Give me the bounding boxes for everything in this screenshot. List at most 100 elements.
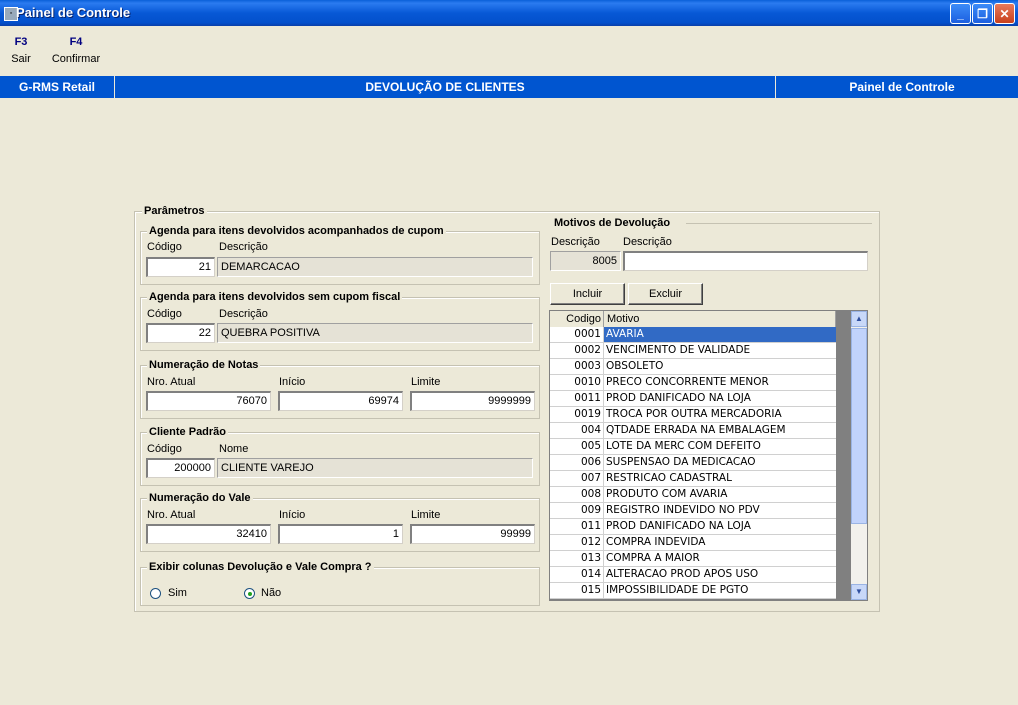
excluir-button[interactable]: Excluir xyxy=(628,283,703,305)
f3-key-label: F3 xyxy=(14,36,28,48)
vale-inicio-label: Início xyxy=(279,509,306,521)
table-row[interactable]: 0001 AVARIA xyxy=(550,327,836,343)
minimize-button[interactable]: _ xyxy=(950,3,971,24)
header-bar: G-RMS Retail DEVOLUÇÃO DE CLIENTES Paine… xyxy=(0,76,1018,98)
agenda-cupom-codigo-label: Código xyxy=(147,241,182,253)
radio-nao-circle[interactable] xyxy=(244,588,255,599)
cliente-nome-label: Nome xyxy=(219,443,249,455)
window-title: Painel de Controle xyxy=(16,5,131,20)
table-row[interactable]: 015 IMPOSSIBILIDADE DE PGTO xyxy=(550,583,836,599)
exibir-colunas-title: Exibir colunas Devolução e Vale Compra ? xyxy=(147,561,374,573)
agenda-sem-cupom-codigo-label: Código xyxy=(147,308,182,320)
cell-codigo: 005 xyxy=(550,439,604,455)
incluir-button[interactable]: Incluir xyxy=(550,283,625,305)
motivos-codigo-label: Descrição xyxy=(551,236,600,248)
cell-motivo: TROCA POR OUTRA MERCADORIA xyxy=(604,407,836,423)
cell-codigo: 009 xyxy=(550,503,604,519)
cell-codigo: 013 xyxy=(550,551,604,567)
cell-codigo: 0002 xyxy=(550,343,604,359)
cliente-codigo-input[interactable]: 200000 xyxy=(146,458,215,478)
vale-atual-label: Nro. Atual xyxy=(147,509,196,521)
cell-motivo: PRECO CONCORRENTE MENOR xyxy=(604,375,836,391)
cell-motivo: VENCIMENTO DE VALIDADE xyxy=(604,343,836,359)
radio-nao[interactable]: Não xyxy=(244,587,294,601)
grid-header-motivo[interactable]: Motivo xyxy=(604,311,836,327)
cell-codigo: 0019 xyxy=(550,407,604,423)
notas-inicio-input[interactable]: 69974 xyxy=(278,391,403,411)
cell-codigo: 008 xyxy=(550,487,604,503)
agenda-sem-cupom-title: Agenda para itens devolvidos sem cupom f… xyxy=(147,291,403,303)
radio-sim[interactable]: Sim xyxy=(150,587,200,601)
cliente-nome-field: CLIENTE VAREJO xyxy=(217,458,533,478)
cell-motivo: COMPRA INDEVIDA xyxy=(604,535,836,551)
table-row[interactable]: 011 PROD DANIFICADO NA LOJA xyxy=(550,519,836,535)
numeracao-vale-title: Numeração do Vale xyxy=(147,492,253,504)
cell-motivo: PROD DANIFICADO NA LOJA xyxy=(604,519,836,535)
table-row[interactable]: 006 SUSPENSAO DA MEDICACAO xyxy=(550,455,836,471)
table-row[interactable]: 0002 VENCIMENTO DE VALIDADE xyxy=(550,343,836,359)
table-row[interactable]: 0003 OBSOLETO xyxy=(550,359,836,375)
vale-limite-label: Limite xyxy=(411,509,441,521)
table-row[interactable]: 009 REGISTRO INDEVIDO NO PDV xyxy=(550,503,836,519)
cell-codigo: 0003 xyxy=(550,359,604,375)
header-screen-title: DEVOLUÇÃO DE CLIENTES xyxy=(365,80,525,94)
cell-codigo: 015 xyxy=(550,583,604,599)
motivos-title-line xyxy=(686,223,872,224)
agenda-cupom-codigo-input[interactable]: 21 xyxy=(146,257,215,277)
vale-limite-input[interactable]: 99999 xyxy=(410,524,535,544)
sair-label: Sair xyxy=(11,53,31,65)
toolbar-sair-button[interactable]: F3 Sair xyxy=(6,36,36,65)
table-row[interactable]: 004 QTDADE ERRADA NA EMBALAGEM xyxy=(550,423,836,439)
parametros-title: Parâmetros xyxy=(142,205,207,217)
vale-inicio-input[interactable]: 1 xyxy=(278,524,403,544)
agenda-cupom-descricao-field: DEMARCACAO xyxy=(217,257,533,277)
radio-selected-dot xyxy=(248,592,252,596)
table-row[interactable]: 012 COMPRA INDEVIDA xyxy=(550,535,836,551)
table-row[interactable]: 008 PRODUTO COM AVARIA xyxy=(550,487,836,503)
notas-atual-label: Nro. Atual xyxy=(147,376,196,388)
motivos-title: Motivos de Devolução xyxy=(552,217,673,229)
table-row[interactable]: 0010 PRECO CONCORRENTE MENOR xyxy=(550,375,836,391)
numeracao-notas-title: Numeração de Notas xyxy=(147,359,261,371)
motivos-descricao-label: Descrição xyxy=(623,236,672,248)
table-row[interactable]: 0011 PROD DANIFICADO NA LOJA xyxy=(550,391,836,407)
header-app-name: G-RMS Retail xyxy=(18,80,95,94)
grid-header: Codigo Motivo xyxy=(550,311,836,327)
cell-codigo: 012 xyxy=(550,535,604,551)
cell-motivo: AVARIA xyxy=(604,327,836,343)
toolbar-confirmar-button[interactable]: F4 Confirmar xyxy=(48,36,104,65)
cell-motivo: OBSOLETO xyxy=(604,359,836,375)
f4-key-label: F4 xyxy=(69,36,83,48)
radio-sim-circle[interactable] xyxy=(150,588,161,599)
motivos-grid[interactable]: Codigo Motivo 0001 AVARIA 0002 VENCIMENTO D… xyxy=(549,310,868,601)
cell-motivo: SUSPENSAO DA MEDICACAO xyxy=(604,455,836,471)
agenda-sem-cupom-descricao-label: Descrição xyxy=(219,308,268,320)
notas-limite-input[interactable]: 9999999 xyxy=(410,391,535,411)
title-bar: ▫ Painel de Controle _ ❐ ✕ xyxy=(0,0,1018,26)
table-row[interactable]: 007 RESTRICAO CADASTRAL xyxy=(550,471,836,487)
table-row[interactable]: 014 ALTERACAO PROD APOS USO xyxy=(550,567,836,583)
header-module-name: Painel de Controle xyxy=(849,80,955,94)
radio-nao-label: Não xyxy=(261,587,282,599)
grid-header-codigo[interactable]: Codigo xyxy=(550,311,604,327)
vale-atual-input[interactable]: 32410 xyxy=(146,524,271,544)
table-row[interactable]: 013 COMPRA A MAIOR xyxy=(550,551,836,567)
table-row[interactable]: 005 LOTE DA MERC COM DEFEITO xyxy=(550,439,836,455)
notas-inicio-label: Início xyxy=(279,376,306,388)
agenda-sem-cupom-codigo-input[interactable]: 22 xyxy=(146,323,215,343)
scroll-up-button[interactable]: ▲ xyxy=(851,311,867,327)
cell-motivo: QTDADE ERRADA NA EMBALAGEM xyxy=(604,423,836,439)
scroll-down-button[interactable]: ▼ xyxy=(851,584,867,600)
motivo-codigo-field: 8005 xyxy=(550,251,621,271)
cell-motivo: IMPOSSIBILIDADE DE PGTO xyxy=(604,583,836,599)
restore-button[interactable]: ❐ xyxy=(972,3,993,24)
grid-scrollbar[interactable]: ▲ ▼ xyxy=(851,311,867,600)
cell-codigo: 0001 xyxy=(550,327,604,343)
notas-limite-label: Limite xyxy=(411,376,441,388)
table-row[interactable]: 0019 TROCA POR OUTRA MERCADORIA xyxy=(550,407,836,423)
confirmar-label: Confirmar xyxy=(51,53,101,65)
scroll-thumb[interactable] xyxy=(851,328,867,524)
notas-atual-input[interactable]: 76070 xyxy=(146,391,271,411)
motivo-descricao-input[interactable] xyxy=(623,251,868,271)
close-button[interactable]: ✕ xyxy=(994,3,1015,24)
